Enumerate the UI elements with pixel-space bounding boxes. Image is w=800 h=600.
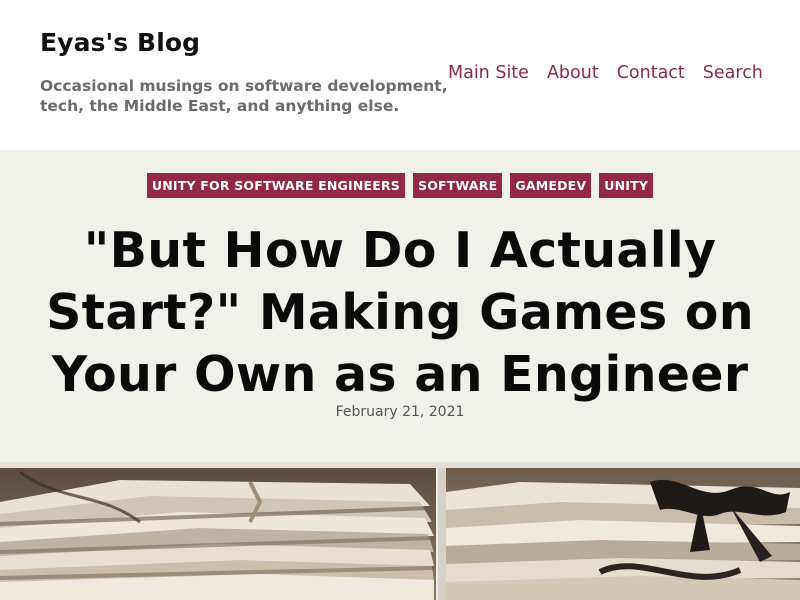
site-title[interactable]: Eyas's Blog xyxy=(40,28,200,57)
tag-gamedev[interactable]: GAMEDEV xyxy=(510,173,592,198)
site-header: Eyas's Blog Occasional musings on softwa… xyxy=(0,0,800,150)
tag-software[interactable]: SOFTWARE xyxy=(413,173,503,198)
featured-image xyxy=(0,462,800,600)
post-tags: UNITY FOR SOFTWARE ENGINEERS SOFTWARE GA… xyxy=(0,173,800,198)
tag-unity[interactable]: UNITY xyxy=(599,173,654,198)
post-hero: UNITY FOR SOFTWARE ENGINEERS SOFTWARE GA… xyxy=(0,150,800,462)
nav-main-site-link[interactable]: Main Site xyxy=(448,63,529,83)
nav-contact-link[interactable]: Contact xyxy=(617,63,685,83)
main-nav: Main Site About Contact Search xyxy=(448,63,763,83)
nav-about-link[interactable]: About xyxy=(547,63,599,83)
post-date: February 21, 2021 xyxy=(335,404,465,420)
nav-search-link[interactable]: Search xyxy=(703,63,763,83)
tag-unity-for-software-engineers[interactable]: UNITY FOR SOFTWARE ENGINEERS xyxy=(146,173,405,198)
site-tagline: Occasional musings on software developme… xyxy=(40,77,448,115)
stacked-papers-photo-icon xyxy=(0,462,800,600)
post-title: "But How Do I Actually Start?" Making Ga… xyxy=(46,222,754,403)
